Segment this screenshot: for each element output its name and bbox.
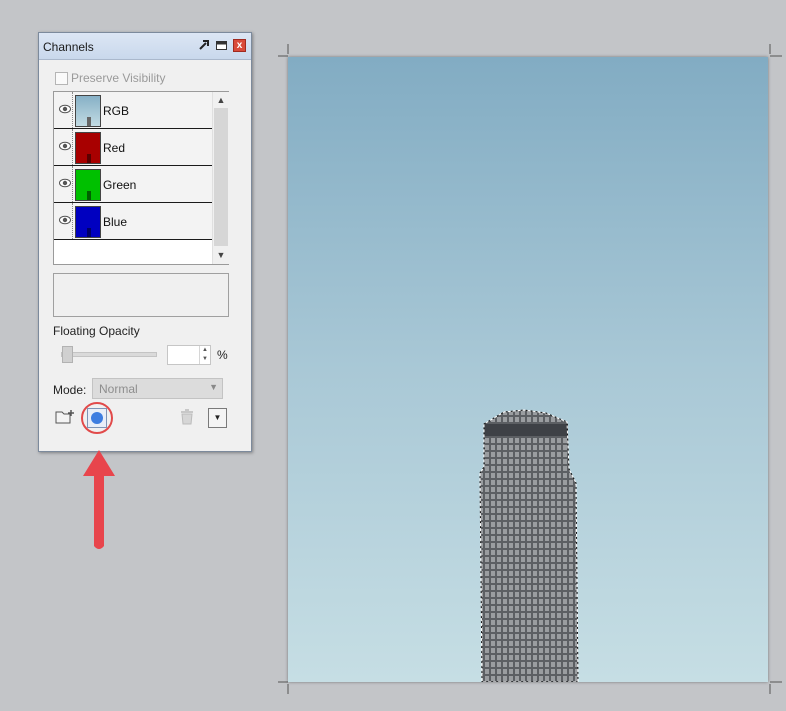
channel-row-blue[interactable]: Blue <box>54 203 212 240</box>
opacity-slider-handle[interactable] <box>62 346 73 363</box>
eye-icon[interactable] <box>59 104 71 114</box>
building-selection <box>479 409 579 682</box>
row-separator <box>72 129 74 165</box>
eye-icon[interactable] <box>59 141 71 151</box>
channel-thumbnail <box>75 95 101 127</box>
eye-icon[interactable] <box>59 178 71 188</box>
channel-thumbnail <box>75 132 101 164</box>
panel-titlebar[interactable]: Channels x <box>39 33 251 60</box>
image-canvas[interactable] <box>288 57 768 682</box>
opacity-slider-track[interactable] <box>61 352 157 357</box>
row-separator <box>72 92 74 128</box>
mode-label: Mode: <box>53 383 87 397</box>
chevron-down-icon: ▼ <box>209 382 218 392</box>
folder-add-icon[interactable] <box>55 408 75 426</box>
row-separator <box>72 166 74 202</box>
scroll-up-icon[interactable]: ▲ <box>216 95 226 105</box>
minimize-icon[interactable] <box>215 39 228 52</box>
highlight-circle <box>81 402 113 434</box>
scrollbar-thumb[interactable] <box>214 108 228 246</box>
preserve-visibility-checkbox[interactable] <box>55 71 68 85</box>
annotation-arrow-icon <box>83 450 115 549</box>
thumbnail-building <box>87 117 91 126</box>
spin-up-icon[interactable]: ▲ <box>199 346 210 355</box>
thumbnail-building <box>87 191 91 200</box>
channels-panel: Channels x Preserve Visibility RGB Red G… <box>38 32 252 452</box>
thumbnail-building <box>87 154 91 163</box>
channel-thumbnail <box>75 206 101 238</box>
preserve-visibility-label: Preserve Visibility <box>71 71 166 85</box>
channel-list-scrollbar[interactable]: ▲ ▼ <box>212 92 229 264</box>
channel-name: RGB <box>103 104 130 118</box>
channel-name: Red <box>103 141 126 155</box>
panel-title: Channels <box>43 40 94 54</box>
thumbnail-building <box>87 228 91 237</box>
pin-icon[interactable] <box>197 39 210 52</box>
channel-row-green[interactable]: Green <box>54 166 212 203</box>
mode-value: Normal <box>99 382 138 396</box>
row-separator <box>72 203 74 239</box>
trash-icon[interactable] <box>180 409 194 425</box>
channel-name: Blue <box>103 215 128 229</box>
close-icon[interactable]: x <box>233 39 246 52</box>
channel-info-box <box>53 273 229 317</box>
channel-name: Green <box>103 178 137 192</box>
panel-menu-button[interactable]: ▼ <box>208 408 227 428</box>
channel-row-rgb[interactable]: RGB <box>54 92 212 129</box>
opacity-unit-label: % <box>217 348 228 362</box>
scroll-down-icon[interactable]: ▼ <box>216 250 226 260</box>
floating-opacity-label: Floating Opacity <box>53 324 140 338</box>
mode-select[interactable]: Normal ▼ <box>92 378 223 399</box>
eye-icon[interactable] <box>59 215 71 225</box>
preserve-visibility-option: Preserve Visibility <box>55 71 165 85</box>
spin-down-icon[interactable]: ▼ <box>199 355 210 364</box>
opacity-input[interactable]: ▲ ▼ <box>167 345 211 365</box>
channel-list: RGB Red Green Blue ▲ ▼ <box>53 91 229 265</box>
channel-row-red[interactable]: Red <box>54 129 212 166</box>
channel-thumbnail <box>75 169 101 201</box>
